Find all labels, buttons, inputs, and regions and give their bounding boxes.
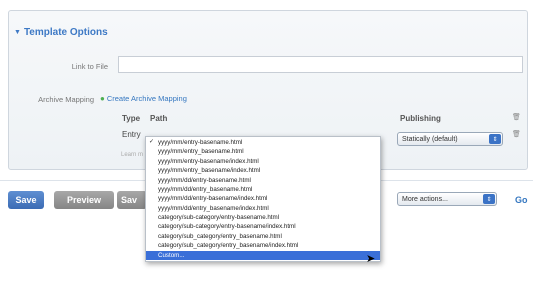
publishing-select-value: Statically (default) — [402, 135, 458, 143]
dropdown-option[interactable]: yyyy/mm/dd/entry_basename/index.html — [146, 204, 380, 213]
collapse-triangle-icon[interactable]: ▼ — [14, 29, 21, 36]
save-button[interactable]: Save — [8, 191, 44, 209]
dropdown-option[interactable]: category/sub-category/entry-basename.htm… — [146, 213, 380, 222]
dropdown-option[interactable]: yyyy/mm/entry-basename/index.html — [146, 157, 380, 166]
create-archive-mapping-link[interactable]: ● Create Archive Mapping — [100, 94, 187, 103]
dropdown-option[interactable]: yyyy/mm/dd/entry-basename/index.html — [146, 194, 380, 203]
learn-more-link[interactable]: Learn m — [121, 152, 143, 158]
archive-mapping-label: Archive Mapping — [38, 95, 94, 104]
dropdown-option[interactable]: category/sub_category/entry_basename.htm… — [146, 232, 380, 241]
create-archive-mapping-label: Create Archive Mapping — [106, 94, 187, 103]
save-secondary-button[interactable]: Sav — [117, 191, 147, 209]
dropdown-option[interactable]: yyyy/mm/entry_basename.html — [146, 147, 380, 156]
publishing-select[interactable]: Statically (default) ⇕ — [397, 132, 503, 146]
dropdown-option[interactable]: yyyy/mm/entry-basename.html — [146, 138, 380, 148]
delete-icon[interactable]: 🗑 — [512, 113, 521, 121]
dropdown-option[interactable]: category/sub-category/entry-basename/ind… — [146, 222, 380, 231]
select-arrows-icon: ⇕ — [483, 194, 495, 204]
mapping-type-cell: Entry — [122, 130, 141, 139]
link-to-file-label: Link to File — [71, 62, 108, 71]
column-header-type: Type — [122, 114, 141, 123]
select-arrows-icon: ⇕ — [489, 134, 501, 144]
mouse-cursor-icon: ➤ — [366, 253, 376, 265]
link-to-file-input[interactable] — [118, 56, 523, 73]
preview-button[interactable]: Preview — [54, 191, 114, 209]
column-header-path: Path — [150, 114, 168, 123]
more-actions-select[interactable]: More actions... ⇕ — [397, 192, 497, 206]
dropdown-option[interactable]: yyyy/mm/dd/entry-basename.html — [146, 176, 380, 185]
path-dropdown-menu[interactable]: yyyy/mm/entry-basename.htmlyyyy/mm/entry… — [145, 136, 381, 262]
dropdown-option[interactable]: yyyy/mm/entry_basename/index.html — [146, 166, 380, 175]
dropdown-option-custom[interactable]: Custom... — [146, 250, 380, 260]
go-button[interactable]: Go — [515, 195, 528, 205]
template-options-header[interactable]: ▼ Template Options — [14, 27, 108, 38]
delete-row-icon[interactable]: 🗑 — [512, 130, 521, 138]
dropdown-option[interactable]: category/sub_category/entry_basename/ind… — [146, 241, 380, 250]
template-options-title: Template Options — [23, 27, 108, 38]
dropdown-option[interactable]: yyyy/mm/dd/entry_basename.html — [146, 185, 380, 194]
column-header-publishing: Publishing — [400, 114, 441, 123]
add-icon: ● — [100, 94, 105, 103]
more-actions-value: More actions... — [402, 195, 448, 203]
